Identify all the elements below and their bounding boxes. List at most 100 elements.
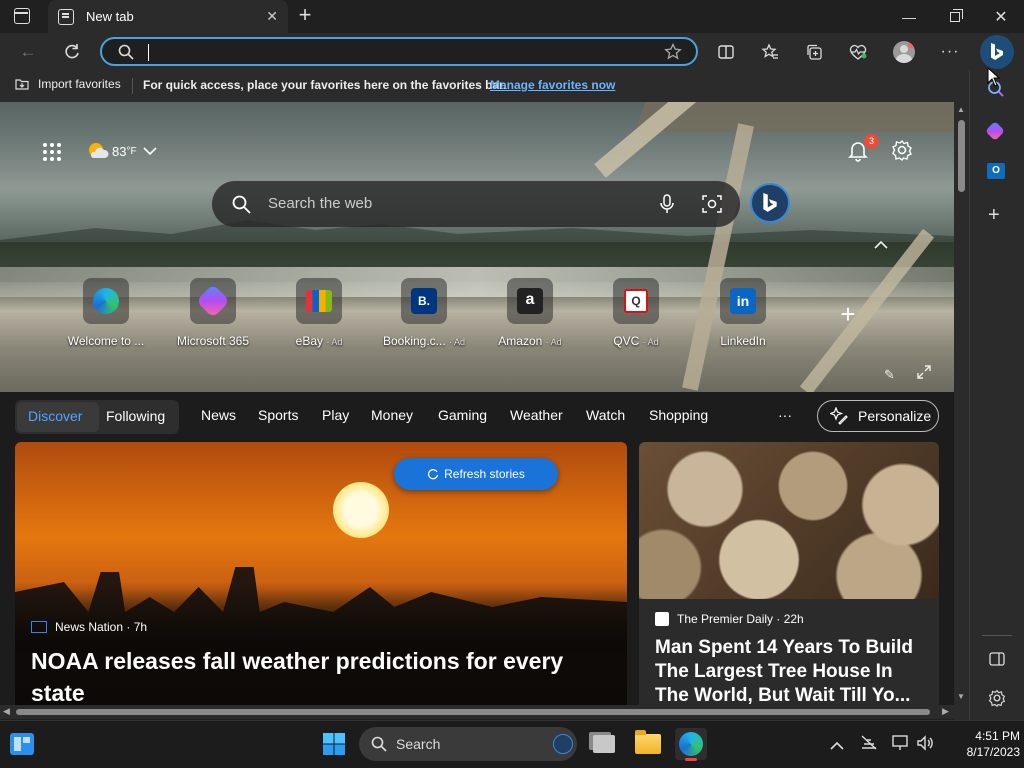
bing-chat-button[interactable]: [750, 183, 790, 223]
page-settings-button[interactable]: [891, 139, 913, 161]
weather-widget[interactable]: 83 °F: [86, 140, 157, 162]
edge-sidebar: O +: [969, 70, 1024, 720]
search-placeholder: Search the web: [268, 195, 373, 212]
ebay-bag-icon: [306, 290, 332, 312]
sidebar-settings-button[interactable]: [988, 689, 1006, 712]
quick-link-qvc[interactable]: Q QVC · Ad: [586, 278, 686, 348]
sidebar-add-button[interactable]: +: [988, 204, 1000, 227]
taskbar-search-box[interactable]: Search: [359, 727, 577, 761]
new-tab-page: 83 °F 3 Search the web Welcome to ... Mic…: [0, 102, 954, 705]
manage-favorites-link[interactable]: Manage favorites now: [490, 78, 615, 92]
settings-and-more-button[interactable]: ···: [935, 37, 965, 67]
app-launcher-button[interactable]: [42, 142, 62, 162]
split-screen-button[interactable]: [711, 37, 741, 67]
taskbar-task-view[interactable]: [588, 728, 620, 760]
scroll-thumb[interactable]: [958, 120, 965, 192]
scroll-left-arrow-icon[interactable]: ◀: [3, 706, 10, 717]
quick-link-microsoft-365[interactable]: Microsoft 365: [163, 278, 263, 348]
sidebar-microsoft-365-button[interactable]: [985, 121, 1005, 141]
scroll-up-arrow-icon[interactable]: ▲: [957, 105, 965, 114]
refresh-button[interactable]: [57, 37, 87, 67]
sidebar-outlook-button[interactable]: O: [987, 163, 1005, 179]
tab-watch[interactable]: Watch: [586, 407, 625, 423]
favorites-button[interactable]: [755, 37, 785, 67]
story-card-tree-house[interactable]: The Premier Daily · 22h Man Spent 14 Yea…: [639, 442, 939, 705]
import-favorites-link[interactable]: Import favorites: [14, 77, 121, 91]
premier-daily-logo-icon: [655, 612, 669, 626]
vertical-scrollbar[interactable]: ▲ ▼: [954, 102, 969, 705]
more-tabs-button[interactable]: ···: [778, 407, 792, 423]
tab-weather[interactable]: Weather: [510, 407, 563, 423]
hide-sidebar-button[interactable]: [989, 652, 1005, 671]
story-source: News Nation · 7h: [31, 620, 147, 634]
quick-link-welcome[interactable]: Welcome to ...: [56, 278, 156, 348]
booking-logo-icon: B.: [411, 288, 437, 314]
tab-news[interactable]: News: [201, 407, 236, 423]
story-source-label: News Nation · 7h: [55, 620, 148, 634]
profile-button[interactable]: [889, 37, 919, 67]
restore-button[interactable]: [932, 0, 978, 33]
new-tab-button[interactable]: +: [293, 3, 317, 29]
bing-copilot-button[interactable]: [980, 35, 1014, 69]
tab-play[interactable]: Play: [322, 407, 349, 423]
taskbar-edge[interactable]: [675, 728, 707, 761]
new-tab-page-icon: [58, 8, 74, 25]
back-button[interactable]: ←: [13, 37, 43, 67]
collapse-chevron-icon[interactable]: [874, 236, 888, 254]
tab-new-tab[interactable]: New tab ✕: [48, 0, 288, 33]
tab-actions-icon[interactable]: [14, 8, 30, 24]
quick-link-label: LinkedIn: [720, 334, 766, 348]
tab-following[interactable]: Following: [106, 408, 165, 424]
add-shortcut-button[interactable]: +: [836, 301, 860, 327]
scroll-right-arrow-icon[interactable]: ▶: [942, 706, 949, 717]
ad-tag: · Ad: [545, 337, 562, 347]
add-favorite-star-icon[interactable]: [664, 43, 682, 61]
browser-essentials-button[interactable]: [843, 37, 873, 67]
start-button[interactable]: [318, 728, 350, 760]
taskbar-widgets-button[interactable]: [6, 728, 38, 760]
microphone-icon[interactable]: [660, 194, 674, 214]
quick-link-linkedin[interactable]: in LinkedIn: [693, 278, 793, 348]
gear-icon: [988, 689, 1006, 707]
system-clock[interactable]: 4:51 PM 8/17/2023: [944, 728, 1020, 760]
expand-icon[interactable]: [917, 365, 931, 384]
sidebar-divider: [982, 635, 1012, 636]
qvc-logo-icon: Q: [624, 289, 648, 313]
quick-link-ebay[interactable]: eBay · Ad: [269, 278, 369, 348]
quick-link-label: eBay: [295, 334, 323, 348]
sidebar-panel-icon: [989, 652, 1005, 666]
display-icon[interactable]: [892, 735, 910, 756]
search-icon: [232, 195, 251, 214]
tab-sports[interactable]: Sports: [258, 407, 298, 423]
collections-button[interactable]: [799, 37, 829, 67]
address-input[interactable]: [148, 44, 152, 61]
scroll-down-arrow-icon[interactable]: ▼: [957, 692, 965, 701]
quick-link-amazon[interactable]: a Amazon · Ad: [480, 278, 580, 348]
close-window-button[interactable]: ✕: [978, 0, 1024, 33]
tab-gaming[interactable]: Gaming: [438, 407, 487, 423]
import-favorites-label: Import favorites: [38, 77, 121, 91]
refresh-stories-button[interactable]: Refresh stories: [394, 458, 558, 490]
horizontal-scrollbar[interactable]: ◀ ▶: [0, 705, 954, 719]
quick-link-booking[interactable]: B. Booking.c... · Ad: [374, 278, 474, 348]
tab-shopping[interactable]: Shopping: [649, 407, 708, 423]
taskbar-file-explorer[interactable]: [632, 728, 664, 760]
microsoft-365-icon: [196, 284, 230, 318]
address-bar[interactable]: [100, 37, 698, 66]
partly-cloudy-icon: [89, 143, 109, 158]
show-hidden-icons-chevron-icon[interactable]: [830, 737, 844, 755]
windows-logo-icon: [323, 733, 345, 755]
volume-icon[interactable]: [916, 735, 934, 756]
web-search-box[interactable]: Search the web: [212, 181, 740, 227]
minimize-button[interactable]: —: [886, 0, 932, 33]
edit-background-icon[interactable]: ✎: [884, 367, 895, 383]
scroll-thumb[interactable]: [16, 709, 930, 715]
scroll-corner: [954, 705, 969, 720]
visual-search-icon[interactable]: [702, 194, 722, 214]
tab-money[interactable]: Money: [371, 407, 413, 423]
story-headline: NOAA releases fall weather predictions f…: [31, 648, 564, 705]
close-tab-icon[interactable]: ✕: [266, 8, 278, 25]
personalize-button[interactable]: Personalize: [817, 400, 939, 432]
notifications-button[interactable]: 3: [848, 134, 879, 162]
network-status-icon[interactable]: [860, 734, 878, 755]
